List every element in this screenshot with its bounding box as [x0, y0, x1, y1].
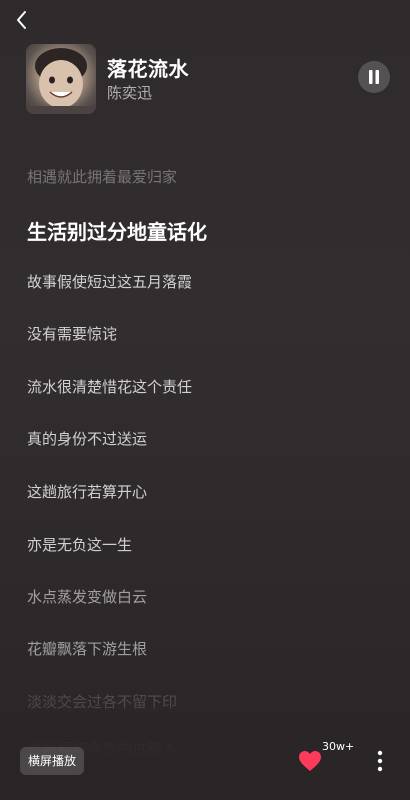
lyric-line[interactable]: 淡淡交会过各不留下印: [27, 691, 177, 712]
album-cover: [26, 44, 96, 114]
song-title: 落花流水: [107, 57, 189, 81]
like-button[interactable]: [298, 750, 322, 772]
chevron-left-icon: [17, 11, 26, 29]
lyric-line[interactable]: 没有需要惊诧: [27, 323, 117, 344]
lyric-line[interactable]: 真的身份不过送运: [27, 428, 147, 449]
back-button[interactable]: [10, 8, 34, 32]
heart-icon: [299, 751, 321, 771]
landscape-play-button[interactable]: 横屏播放: [20, 747, 85, 775]
lyric-line-current[interactable]: 生活别过分地童话化: [27, 216, 207, 245]
like-count: 30w+: [322, 740, 355, 753]
lyric-line[interactable]: 亦是无负这一生: [27, 534, 132, 555]
lyric-line[interactable]: 流水很清楚惜花这个责任: [27, 376, 192, 397]
pause-icon: [369, 70, 379, 84]
lyric-line[interactable]: 故事假使短过这五月落霞: [27, 271, 192, 292]
lyric-line[interactable]: 花瓣飘落下游生根: [27, 638, 147, 659]
lyric-line[interactable]: 相遇就此拥着最爱归家: [27, 166, 177, 187]
lyric-line[interactable]: 这趟旅行若算开心: [27, 481, 147, 502]
lyric-line[interactable]: 水点蒸发变做白云: [27, 586, 147, 607]
pause-button[interactable]: [358, 61, 390, 93]
artist-name[interactable]: 陈奕迅: [107, 82, 152, 103]
more-vertical-icon: [377, 750, 383, 772]
more-button[interactable]: [372, 748, 388, 774]
